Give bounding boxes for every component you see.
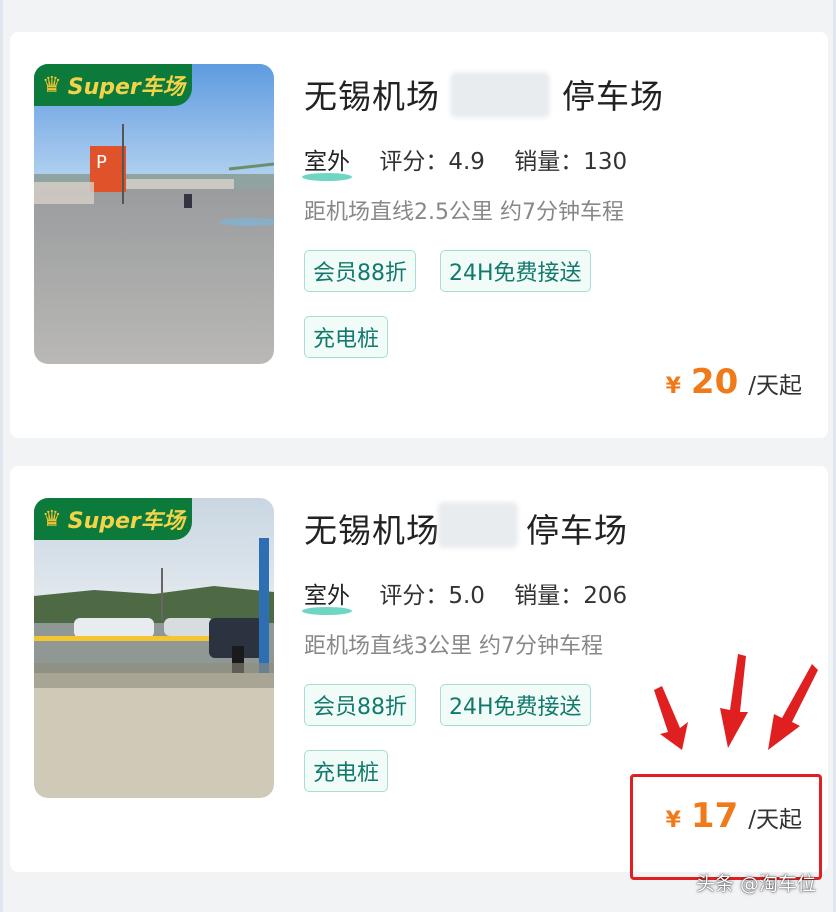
price-value: 20	[690, 362, 739, 402]
tag-member-discount: 会员88折	[304, 684, 416, 726]
tag-charging-pile: 充电桩	[304, 750, 389, 792]
parking-photo[interactable]: P ♛ Super车场	[34, 64, 274, 364]
arrow-down-icon	[720, 654, 748, 748]
price: ¥ 20 /天起	[666, 362, 802, 402]
redacted-name-blur	[438, 502, 518, 548]
distance-text: 距机场直线2.5公里 约7分钟车程	[304, 200, 624, 225]
watermark: 头条 @淘车位	[695, 873, 816, 895]
svg-text:P: P	[96, 152, 107, 173]
sales: 销量：206	[514, 583, 628, 609]
badge-label: Super车场	[67, 509, 185, 534]
distance-text: 距机场直线3公里 约7分钟车程	[304, 634, 603, 659]
tag-charging-pile: 充电桩	[304, 316, 389, 358]
listing-meta: 室外 评分：5.0 销量：206	[304, 576, 649, 610]
price-unit: /天起	[748, 373, 802, 399]
tag-free-shuttle: 24H免费接送	[440, 250, 591, 292]
red-arrows-annotation	[654, 654, 818, 750]
badge-label: Super车场	[67, 75, 185, 100]
sales: 销量：130	[514, 149, 628, 175]
frame-border-left	[0, 0, 3, 912]
rating: 评分：5.0	[379, 583, 485, 609]
parking-photo[interactable]: ♛ Super车场	[34, 498, 274, 798]
outdoor-tag: 室外	[304, 149, 350, 175]
listing-meta: 室外 评分：4.9 销量：130	[304, 142, 649, 176]
crown-icon: ♛	[42, 72, 62, 98]
rating: 评分：4.9	[379, 149, 485, 175]
super-parking-badge: ♛ Super车场	[34, 64, 192, 106]
tag-free-shuttle: 24H免费接送	[440, 684, 591, 726]
arrow-down-icon	[768, 664, 818, 750]
redacted-name-blur	[450, 72, 550, 118]
parking-lot-image	[34, 498, 274, 798]
arrow-down-icon	[654, 686, 688, 750]
outdoor-tag: 室外	[304, 583, 350, 609]
listing-card[interactable]: P ♛ Super车场 无锡机场 停车场 室外 评分：4.9 销量：130 距机场…	[10, 32, 828, 438]
tag-member-discount: 会员88折	[304, 250, 416, 292]
crown-icon: ♛	[42, 506, 62, 532]
super-parking-badge: ♛ Super车场	[34, 498, 192, 540]
price-highlight-box	[630, 774, 822, 880]
yen-symbol: ¥	[665, 374, 681, 399]
parking-lot-image: P	[34, 64, 274, 364]
